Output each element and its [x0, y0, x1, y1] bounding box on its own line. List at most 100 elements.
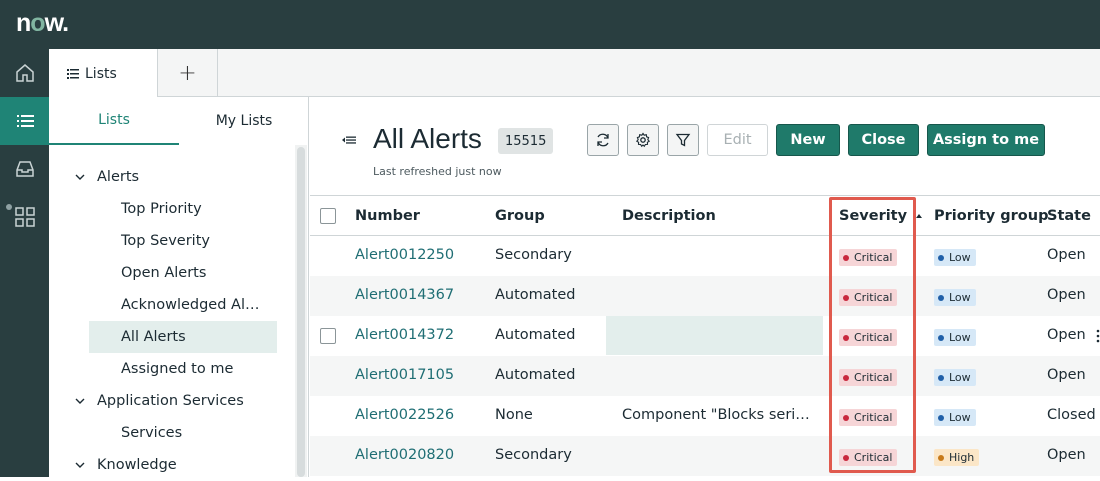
alert-number-link[interactable]: Alert0020820 — [355, 447, 454, 463]
priority-label: Low — [949, 331, 971, 344]
severity-label: Critical — [854, 291, 893, 304]
tree-item-open-alerts[interactable]: Open Alerts — [49, 257, 277, 289]
servicenow-logo[interactable]: now. — [16, 9, 69, 38]
list-content: All Alerts 15515 Last refreshed just now… — [310, 97, 1100, 477]
logo-text: now. — [16, 9, 69, 37]
tree-group-application-services[interactable]: Application Services — [49, 385, 244, 417]
priority-label: High — [949, 451, 975, 464]
severity-badge: Critical — [839, 289, 898, 306]
chevron-down-icon[interactable] — [74, 395, 86, 407]
severity-label: Critical — [854, 411, 893, 424]
chevron-down-icon[interactable] — [74, 171, 86, 183]
critical-dot-icon — [843, 414, 849, 421]
severity-badge: Critical — [839, 409, 898, 426]
table-header: Number Group Description Severity Priori… — [310, 195, 1100, 236]
tab-lists-label: Lists — [85, 65, 117, 82]
edit-button[interactable]: Edit — [707, 124, 768, 156]
list-icon — [16, 115, 34, 127]
alert-number-link[interactable]: Alert0022526 — [355, 407, 454, 423]
column-header-description[interactable]: Description — [622, 208, 716, 224]
new-button[interactable]: New — [776, 124, 840, 156]
high-dot-icon — [938, 454, 944, 461]
inbox-rail-button[interactable] — [0, 145, 49, 193]
tree-item-assigned-to-me[interactable]: Assigned to me — [49, 353, 277, 385]
low-dot-icon — [938, 374, 944, 381]
alert-number-link[interactable]: Alert0012250 — [355, 247, 454, 263]
priority-label: Low — [949, 411, 971, 424]
group-cell: Secondary — [495, 247, 572, 263]
column-header-severity[interactable]: Severity — [839, 208, 923, 224]
row-checkbox[interactable] — [320, 328, 336, 344]
collapse-sidebar-icon[interactable] — [342, 135, 356, 145]
settings-icon — [635, 132, 651, 148]
top-bar: now. — [0, 0, 1100, 49]
record-count-badge: 15515 — [498, 128, 554, 154]
table-row[interactable]: Alert0012250 Secondary Critical Low Open — [310, 236, 1100, 276]
table-row[interactable]: Alert0017105 Automated Critical Low Open — [310, 356, 1100, 396]
tree-item-top-severity[interactable]: Top Severity — [49, 225, 277, 257]
tree-group-alerts[interactable]: Alerts — [49, 161, 139, 193]
critical-dot-icon — [843, 374, 849, 381]
tab-lists[interactable]: Lists — [49, 49, 158, 98]
apps-rail-button[interactable] — [0, 193, 49, 241]
refresh-icon — [597, 133, 609, 147]
group-cell: Secondary — [495, 447, 572, 463]
priority-badge: Low — [934, 329, 976, 346]
tree-item-top-priority[interactable]: Top Priority — [49, 193, 277, 225]
state-cell: Open — [1047, 447, 1086, 463]
critical-dot-icon — [843, 294, 849, 301]
column-header-number[interactable]: Number — [355, 208, 420, 224]
lists-rail-button[interactable] — [0, 97, 49, 145]
priority-badge: High — [934, 449, 980, 466]
close-button[interactable]: Close — [848, 124, 919, 156]
severity-badge: Critical — [839, 369, 898, 386]
filter-button[interactable] — [667, 124, 699, 156]
low-dot-icon — [938, 294, 944, 301]
column-header-severity-label: Severity — [839, 208, 908, 224]
column-header-state[interactable]: State — [1047, 208, 1091, 224]
assign-to-me-button[interactable]: Assign to me — [927, 124, 1045, 156]
column-header-group[interactable]: Group — [495, 208, 545, 224]
severity-label: Critical — [854, 451, 893, 464]
tree-group-label: Alerts — [97, 169, 140, 185]
state-cell: Closed — [1047, 407, 1096, 423]
table-row[interactable]: Alert0014372 Automated Critical Low Open — [310, 316, 1100, 356]
tree-item-acknowledged-alerts[interactable]: Acknowledged Al… — [49, 289, 277, 321]
priority-badge: Low — [934, 249, 976, 266]
home-rail-button[interactable] — [0, 49, 49, 97]
alert-number-link[interactable]: Alert0014372 — [355, 327, 454, 343]
sidebar-scroll-thumb[interactable] — [297, 147, 305, 477]
refresh-button[interactable] — [587, 124, 619, 156]
description-cell: Component "Blocks seri… — [622, 407, 810, 423]
column-header-priority-group[interactable]: Priority group — [934, 208, 1048, 224]
severity-badge: Critical — [839, 449, 898, 466]
description-cell-hover[interactable] — [606, 316, 1100, 355]
priority-label: Low — [949, 291, 971, 304]
priority-label: Low — [949, 371, 971, 384]
tab-lists-sidebar[interactable]: Lists — [49, 97, 179, 145]
more-options-icon[interactable] — [1096, 329, 1100, 343]
filter-icon — [675, 133, 691, 147]
tree-item-all-alerts[interactable]: All Alerts — [89, 321, 277, 353]
low-dot-icon — [938, 334, 944, 341]
select-all-checkbox[interactable] — [320, 208, 336, 224]
low-dot-icon — [938, 414, 944, 421]
state-cell: Open — [1047, 327, 1086, 343]
severity-label: Critical — [854, 331, 893, 344]
priority-badge: Low — [934, 289, 976, 306]
tab-my-lists[interactable]: My Lists — [179, 97, 309, 145]
tree-group-knowledge[interactable]: Knowledge — [49, 449, 177, 481]
tree-item-services[interactable]: Services — [49, 417, 277, 449]
add-tab-button[interactable]: + — [158, 49, 218, 97]
last-refreshed-text: Last refreshed just now — [373, 165, 502, 178]
state-cell: Open — [1047, 247, 1086, 263]
table-row[interactable]: Alert0022526 None Component "Blocks seri… — [310, 396, 1100, 436]
severity-badge: Critical — [839, 249, 898, 266]
table-row[interactable]: Alert0020820 Secondary Critical High Ope… — [310, 436, 1100, 476]
table-row[interactable]: Alert0014367 Automated Critical Low Open — [310, 276, 1100, 316]
chevron-down-icon[interactable] — [74, 459, 86, 471]
alert-number-link[interactable]: Alert0017105 — [355, 367, 454, 383]
inbox-icon — [15, 161, 34, 177]
alert-number-link[interactable]: Alert0014367 — [355, 287, 454, 303]
list-settings-button[interactable] — [627, 124, 659, 156]
